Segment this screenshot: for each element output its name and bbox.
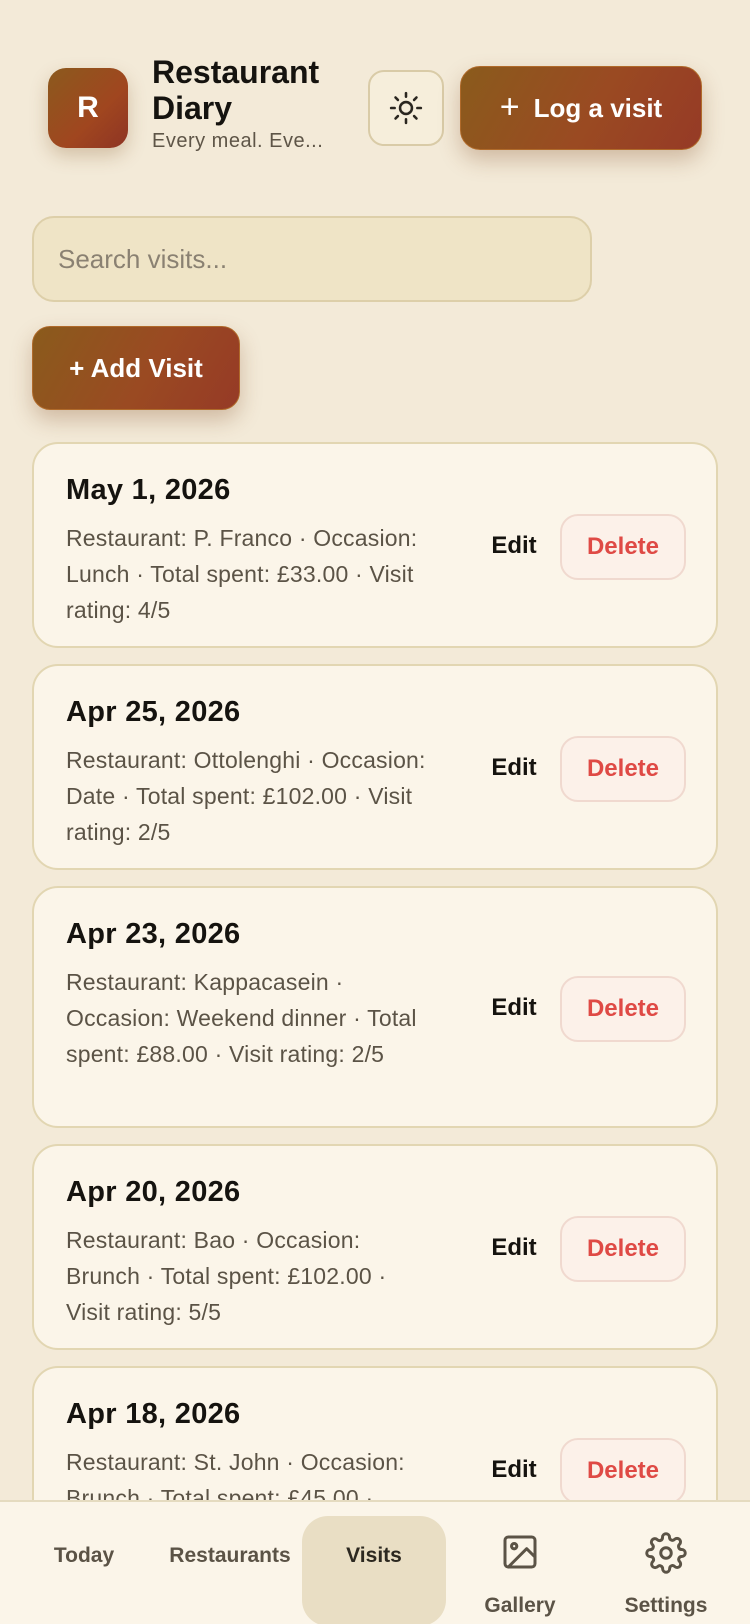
nav-tab-label: Visits xyxy=(346,1544,402,1567)
app-title: Restaurant Diary xyxy=(152,54,320,126)
nav-tab-label: Settings xyxy=(624,1594,708,1617)
delete-visit-button[interactable]: Delete xyxy=(560,976,686,1042)
nav-tab-settings[interactable]: Settings xyxy=(594,1516,738,1624)
log-visit-button[interactable]: + Log a visit xyxy=(460,66,702,150)
visit-card: Apr 20, 2026 Restaurant: Bao · Occasion:… xyxy=(32,1144,718,1350)
sun-icon xyxy=(389,91,423,125)
plus-icon: + xyxy=(499,87,520,126)
edit-visit-button[interactable]: Edit xyxy=(474,518,554,574)
nav-tab-restaurants[interactable]: Restaurants xyxy=(158,1516,302,1624)
app-screen: R Restaurant Diary Every meal. Eve... + … xyxy=(0,0,750,1624)
bottom-navigation: Today Restaurants Visits Gallery Setting… xyxy=(0,1500,750,1624)
nav-tab-label: Today xyxy=(53,1544,115,1567)
image-icon xyxy=(503,1535,537,1569)
visit-date: May 1, 2026 xyxy=(66,474,231,506)
visit-card: Apr 25, 2026 Restaurant: Ottolenghi · Oc… xyxy=(32,664,718,870)
delete-visit-button[interactable]: Delete xyxy=(560,514,686,580)
log-visit-label: Log a visit xyxy=(533,92,663,123)
visit-date: Apr 23, 2026 xyxy=(66,918,241,950)
visit-details: Restaurant: Bao · Occasion: Brunch · Tot… xyxy=(66,1227,387,1325)
app-logo-avatar: R xyxy=(48,68,128,148)
search-input[interactable] xyxy=(32,216,592,302)
visit-card: Apr 23, 2026 Restaurant: Kappacasein · O… xyxy=(32,886,718,1128)
gear-icon xyxy=(645,1532,687,1574)
visit-card: May 1, 2026 Restaurant: P. Franco · Occa… xyxy=(32,442,718,648)
visit-details: Restaurant: Ottolenghi · Occasion: Date … xyxy=(66,747,426,845)
delete-visit-button[interactable]: Delete xyxy=(560,1438,686,1504)
visit-details: Restaurant: P. Franco · Occasion: Lunch … xyxy=(66,525,418,623)
visit-date: Apr 20, 2026 xyxy=(66,1176,241,1208)
visit-details: Restaurant: Kappacasein · Occasion: Week… xyxy=(66,969,417,1067)
nav-tab-today[interactable]: Today xyxy=(12,1516,156,1624)
app-subtitle: Every meal. Eve... xyxy=(152,130,324,152)
edit-visit-button[interactable]: Edit xyxy=(474,1220,554,1276)
nav-tab-gallery[interactable]: Gallery xyxy=(448,1516,592,1624)
edit-visit-button[interactable]: Edit xyxy=(474,740,554,796)
edit-visit-button[interactable]: Edit xyxy=(474,980,554,1036)
visit-date: Apr 25, 2026 xyxy=(66,696,241,728)
edit-visit-button[interactable]: Edit xyxy=(474,1442,554,1498)
delete-visit-button[interactable]: Delete xyxy=(560,736,686,802)
add-visit-button[interactable]: + Add Visit xyxy=(32,326,240,410)
visit-date: Apr 18, 2026 xyxy=(66,1398,241,1430)
theme-toggle-button[interactable] xyxy=(368,70,444,146)
nav-tab-visits[interactable]: Visits xyxy=(302,1516,446,1624)
nav-tab-label: Restaurants xyxy=(169,1544,291,1567)
app-header: R Restaurant Diary Every meal. Eve... + … xyxy=(0,0,750,200)
nav-tab-label: Gallery xyxy=(484,1594,556,1617)
delete-visit-button[interactable]: Delete xyxy=(560,1216,686,1282)
